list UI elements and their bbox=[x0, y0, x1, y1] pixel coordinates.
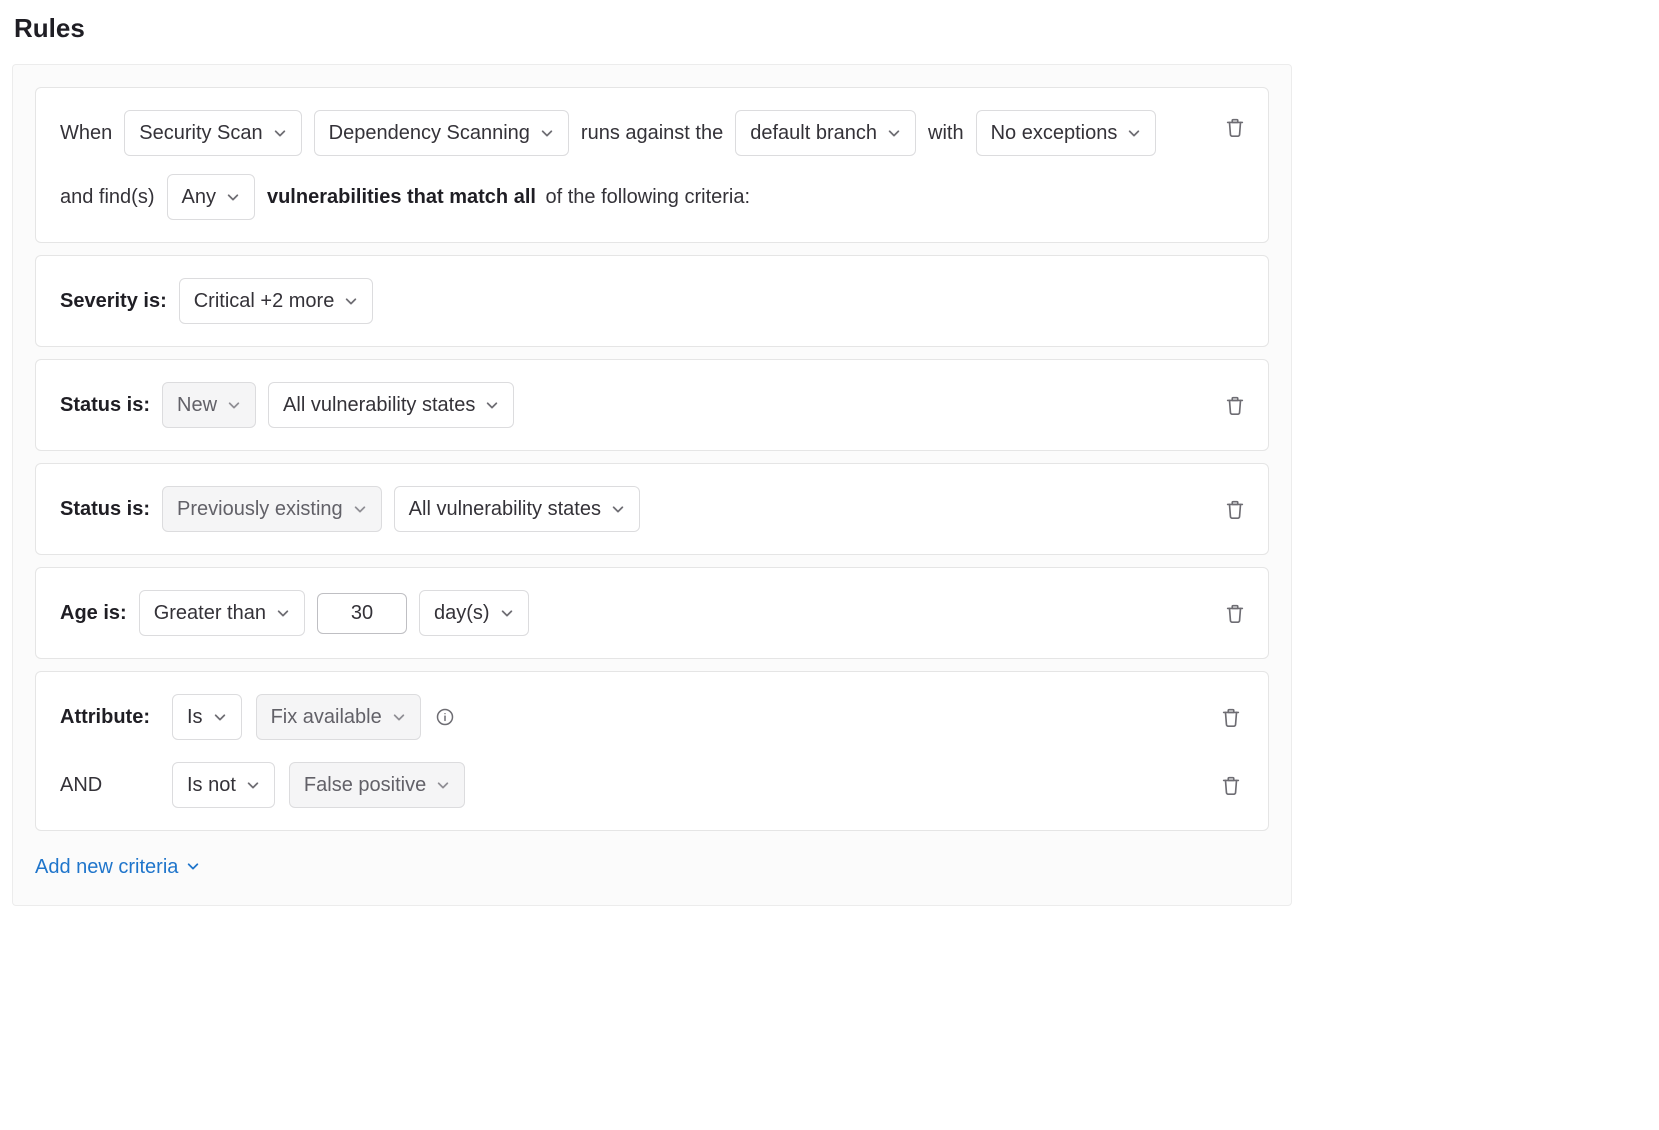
chevron-down-icon bbox=[1127, 126, 1141, 140]
add-new-criteria-button[interactable]: Add new criteria bbox=[35, 843, 200, 881]
chevron-down-icon bbox=[213, 710, 227, 724]
chevron-down-icon bbox=[246, 778, 260, 792]
attribute-op1-dropdown[interactable]: Is bbox=[172, 694, 242, 740]
chevron-down-icon bbox=[353, 502, 367, 516]
age-label: Age is: bbox=[60, 599, 127, 627]
chevron-down-icon bbox=[186, 853, 200, 881]
scan-type-dropdown[interactable]: Security Scan bbox=[124, 110, 301, 156]
age-value-input[interactable] bbox=[317, 593, 407, 634]
attribute-val2-dropdown[interactable]: False positive bbox=[289, 762, 465, 808]
age-unit-dropdown[interactable]: day(s) bbox=[419, 590, 529, 636]
when-label: When bbox=[60, 119, 112, 147]
branch-dropdown[interactable]: default branch bbox=[735, 110, 916, 156]
match-tail-text: of the following criteria: bbox=[546, 186, 751, 208]
attribute-op2-value: Is not bbox=[187, 771, 236, 799]
rules-list: When Security Scan Dependency Scanning r… bbox=[12, 64, 1292, 906]
chevron-down-icon bbox=[276, 606, 290, 620]
exceptions-value: No exceptions bbox=[991, 119, 1118, 147]
attribute-val1-dropdown[interactable]: Fix available bbox=[256, 694, 421, 740]
attribute-criteria-card: Attribute: Is Fix available AND bbox=[35, 671, 1269, 831]
age-criteria-card: Age is: Greater than day(s) bbox=[35, 567, 1269, 659]
status-label: Status is: bbox=[60, 391, 150, 419]
add-new-criteria-label: Add new criteria bbox=[35, 853, 178, 881]
match-count-value: Any bbox=[182, 183, 216, 211]
status-state-dropdown[interactable]: All vulnerability states bbox=[268, 382, 514, 428]
match-count-dropdown[interactable]: Any bbox=[167, 174, 255, 220]
chevron-down-icon bbox=[436, 778, 450, 792]
attribute-op1-value: Is bbox=[187, 703, 203, 731]
age-comparator-dropdown[interactable]: Greater than bbox=[139, 590, 305, 636]
status-newness-value: New bbox=[177, 391, 217, 419]
delete-criteria-button[interactable] bbox=[1224, 602, 1246, 624]
delete-criteria-button[interactable] bbox=[1224, 394, 1246, 416]
status-newness-value: Previously existing bbox=[177, 495, 343, 523]
chevron-down-icon bbox=[887, 126, 901, 140]
scanner-value: Dependency Scanning bbox=[329, 119, 530, 147]
status-newness-dropdown[interactable]: New bbox=[162, 382, 256, 428]
scan-type-value: Security Scan bbox=[139, 119, 262, 147]
severity-value: Critical +2 more bbox=[194, 287, 335, 315]
chevron-down-icon bbox=[500, 606, 514, 620]
runs-against-label: runs against the bbox=[581, 119, 723, 147]
rule-condition-card: When Security Scan Dependency Scanning r… bbox=[35, 87, 1269, 243]
branch-value: default branch bbox=[750, 119, 877, 147]
severity-dropdown[interactable]: Critical +2 more bbox=[179, 278, 374, 324]
status-criteria-card-new: Status is: New All vulnerability states bbox=[35, 359, 1269, 451]
delete-attribute-row-button[interactable] bbox=[1220, 706, 1242, 728]
delete-criteria-button[interactable] bbox=[1224, 498, 1246, 520]
chevron-down-icon bbox=[611, 502, 625, 516]
delete-rule-button[interactable] bbox=[1224, 116, 1246, 138]
age-unit-value: day(s) bbox=[434, 599, 490, 627]
status-criteria-card-existing: Status is: Previously existing All vulne… bbox=[35, 463, 1269, 555]
attribute-op2-dropdown[interactable]: Is not bbox=[172, 762, 275, 808]
chevron-down-icon bbox=[273, 126, 287, 140]
severity-criteria-card: Severity is: Critical +2 more bbox=[35, 255, 1269, 347]
chevron-down-icon bbox=[344, 294, 358, 308]
chevron-down-icon bbox=[540, 126, 554, 140]
chevron-down-icon bbox=[485, 398, 499, 412]
status-newness-dropdown[interactable]: Previously existing bbox=[162, 486, 382, 532]
severity-label: Severity is: bbox=[60, 287, 167, 315]
exceptions-dropdown[interactable]: No exceptions bbox=[976, 110, 1157, 156]
attribute-val1-value: Fix available bbox=[271, 703, 382, 731]
status-state-dropdown[interactable]: All vulnerability states bbox=[394, 486, 640, 532]
chevron-down-icon bbox=[392, 710, 406, 724]
status-label: Status is: bbox=[60, 495, 150, 523]
chevron-down-icon bbox=[227, 398, 241, 412]
chevron-down-icon bbox=[226, 190, 240, 204]
scanner-dropdown[interactable]: Dependency Scanning bbox=[314, 110, 569, 156]
age-comparator-value: Greater than bbox=[154, 599, 266, 627]
status-state-value: All vulnerability states bbox=[409, 495, 601, 523]
and-finds-label: and find(s) bbox=[60, 183, 155, 211]
delete-attribute-row-button[interactable] bbox=[1220, 774, 1242, 796]
page-title: Rules bbox=[14, 10, 1647, 46]
attribute-label: Attribute: bbox=[60, 703, 158, 731]
match-bold-text: vulnerabilities that match all bbox=[267, 186, 536, 208]
info-icon[interactable] bbox=[435, 707, 455, 727]
status-state-value: All vulnerability states bbox=[283, 391, 475, 419]
with-label: with bbox=[928, 119, 964, 147]
attribute-join-label: AND bbox=[60, 771, 158, 799]
attribute-val2-value: False positive bbox=[304, 771, 426, 799]
